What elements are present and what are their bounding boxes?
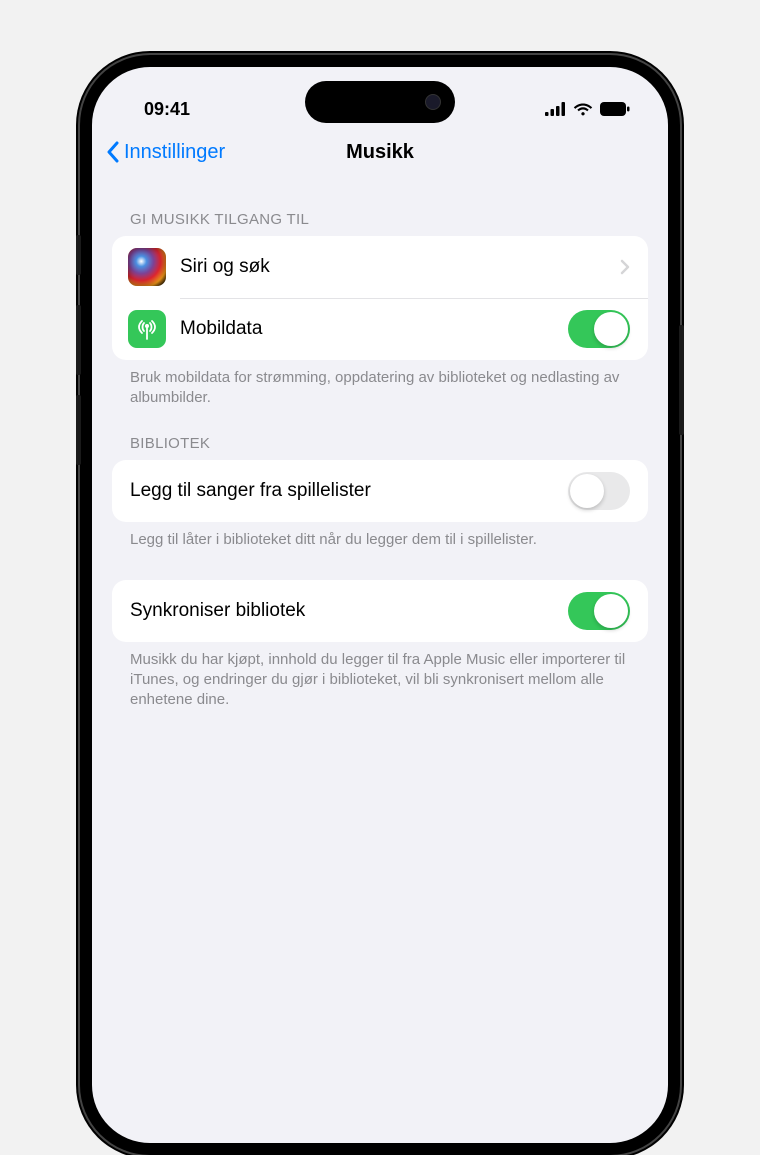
page-title: Musikk xyxy=(346,141,414,164)
back-button[interactable]: Innstillinger xyxy=(106,141,225,164)
side-button xyxy=(76,305,81,375)
row-sync-library: Synkroniser bibliotek xyxy=(112,580,648,642)
group-access: Siri og søk Mobildata xyxy=(112,236,648,360)
content: GI MUSIKK TILGANG TIL Siri og søk Mobild… xyxy=(92,179,668,711)
side-button xyxy=(679,325,684,435)
row-add-songs: Legg til sanger fra spillelister xyxy=(112,460,648,522)
row-label: Synkroniser bibliotek xyxy=(130,600,568,622)
row-label: Siri og søk xyxy=(180,256,620,278)
antenna-icon xyxy=(128,310,166,348)
section-header-library: BIBLIOTEK xyxy=(112,409,648,460)
row-label: Mobildata xyxy=(180,318,568,340)
cellular-toggle[interactable] xyxy=(568,310,630,348)
section-footer-access: Bruk mobildata for strømming, oppdaterin… xyxy=(112,360,648,409)
status-time: 09:41 xyxy=(144,99,190,120)
sync-library-toggle[interactable] xyxy=(568,592,630,630)
side-button xyxy=(76,235,81,275)
row-siri-search[interactable]: Siri og søk xyxy=(112,236,648,298)
add-songs-toggle[interactable] xyxy=(568,472,630,510)
nav-bar: Innstillinger Musikk xyxy=(92,127,668,179)
side-button xyxy=(76,395,81,465)
status-right xyxy=(545,102,630,116)
row-label: Legg til sanger fra spillelister xyxy=(130,480,568,502)
siri-icon xyxy=(128,248,166,286)
chevron-right-icon xyxy=(620,259,630,275)
row-cellular-data: Mobildata xyxy=(112,298,648,360)
section-footer-sync: Musikk du har kjøpt, innhold du legger t… xyxy=(112,642,648,711)
chevron-left-icon xyxy=(106,141,120,163)
wifi-icon xyxy=(573,102,593,116)
screen: 09:41 Innstillinger Musikk GI MUSIKK TIL… xyxy=(92,67,668,1143)
group-sync-library: Synkroniser bibliotek xyxy=(112,580,648,642)
section-footer-add-songs: Legg til låter i biblioteket ditt når du… xyxy=(112,522,648,550)
camera-lens xyxy=(425,94,441,110)
battery-icon xyxy=(600,102,630,116)
section-header-access: GI MUSIKK TILGANG TIL xyxy=(112,179,648,236)
dynamic-island xyxy=(305,81,455,123)
phone-frame: 09:41 Innstillinger Musikk GI MUSIKK TIL… xyxy=(80,55,680,1155)
cellular-signal-icon xyxy=(545,102,566,116)
group-add-songs: Legg til sanger fra spillelister xyxy=(112,460,648,522)
back-label: Innstillinger xyxy=(124,141,225,164)
